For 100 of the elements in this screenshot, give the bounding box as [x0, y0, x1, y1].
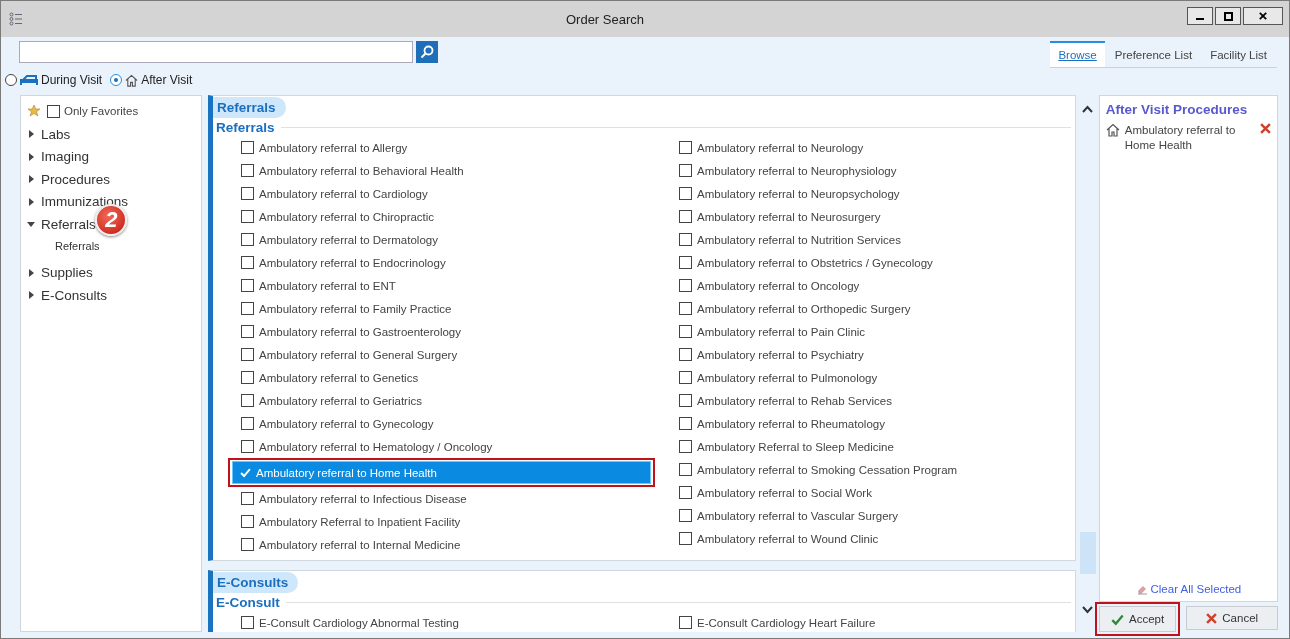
checkbox[interactable]: [679, 440, 692, 453]
order-option[interactable]: Ambulatory referral to Neurophysiology: [671, 159, 1055, 182]
checkbox[interactable]: [241, 256, 254, 269]
minimize-button[interactable]: [1187, 7, 1213, 25]
checkbox[interactable]: [241, 538, 254, 551]
order-option[interactable]: Ambulatory referral to ENT: [233, 274, 651, 297]
checkbox[interactable]: [241, 302, 254, 315]
order-option[interactable]: Ambulatory referral to Pain Clinic: [671, 320, 1055, 343]
checkbox[interactable]: [241, 141, 254, 154]
checkbox[interactable]: [241, 394, 254, 407]
checkbox[interactable]: [679, 348, 692, 361]
tab[interactable]: Facility List: [1202, 41, 1275, 67]
checkbox[interactable]: [679, 256, 692, 269]
order-option[interactable]: Ambulatory referral to Nutrition Services: [671, 228, 1055, 251]
order-option[interactable]: Ambulatory referral to General Surgery: [233, 343, 651, 366]
tree-item[interactable]: Imaging: [41, 149, 90, 165]
order-option[interactable]: Ambulatory referral to Behavioral Health: [233, 159, 651, 182]
caret-icon[interactable]: [27, 175, 35, 184]
order-option[interactable]: Ambulatory referral to Vascular Surgery: [671, 504, 1055, 527]
checkbox[interactable]: [241, 417, 254, 430]
checkbox[interactable]: [241, 210, 254, 223]
order-option[interactable]: Ambulatory referral to Orthopedic Surgery: [671, 297, 1055, 320]
order-option[interactable]: Ambulatory referral to Gastroenterology: [233, 320, 651, 343]
order-option[interactable]: Ambulatory referral to Oncology: [671, 274, 1055, 297]
order-option[interactable]: Ambulatory referral to Dermatology: [233, 228, 651, 251]
order-option[interactable]: Ambulatory referral to Obstetrics / Gynecology: [671, 251, 1055, 274]
tree-item[interactable]: Referrals: [41, 216, 96, 232]
order-option[interactable]: Ambulatory referral to Cardiology: [233, 182, 651, 205]
caret-icon[interactable]: [27, 268, 35, 277]
scroll-down-icon[interactable]: [1082, 606, 1094, 614]
order-option[interactable]: Ambulatory referral to Neurosurgery: [671, 205, 1055, 228]
order-option[interactable]: Ambulatory referral to Chiropractic: [233, 205, 651, 228]
checkbox[interactable]: [679, 486, 692, 499]
order-option[interactable]: Ambulatory referral to Neuropsychology: [671, 182, 1055, 205]
accept-button[interactable]: Accept: [1098, 606, 1177, 632]
search-button[interactable]: [416, 41, 438, 63]
scroll-up-icon[interactable]: [1082, 105, 1094, 113]
order-option[interactable]: Ambulatory referral to Family Practice: [233, 297, 651, 320]
checkbox[interactable]: [679, 463, 692, 476]
caret-icon[interactable]: [27, 291, 35, 300]
order-option[interactable]: Ambulatory referral to Rehab Services: [671, 389, 1055, 412]
checkbox[interactable]: [679, 325, 692, 338]
order-option[interactable]: Ambulatory referral to Home Health: [232, 461, 651, 484]
checkbox[interactable]: [241, 233, 254, 246]
tree-item[interactable]: Labs: [41, 126, 71, 142]
tab[interactable]: Browse: [1050, 41, 1105, 67]
maximize-button[interactable]: [1215, 7, 1241, 25]
checkbox[interactable]: [679, 532, 692, 545]
order-option[interactable]: Ambulatory referral to Social Work: [671, 481, 1055, 504]
favorites-option[interactable]: Only Favorites: [47, 104, 139, 118]
order-option[interactable]: Ambulatory referral to Wound Clinic: [671, 527, 1055, 550]
close-button[interactable]: [1243, 7, 1283, 25]
checkbox[interactable]: [679, 616, 692, 629]
checkbox[interactable]: [241, 325, 254, 338]
remove-button[interactable]: [1260, 123, 1271, 134]
order-option[interactable]: Ambulatory referral to Endocrinology: [233, 251, 651, 274]
checkbox[interactable]: [241, 348, 254, 361]
order-option[interactable]: Ambulatory referral to Psychiatry: [671, 343, 1055, 366]
order-option[interactable]: Ambulatory referral to Smoking Cessation Program: [671, 458, 1055, 481]
tree-item[interactable]: Referrals: [27, 235, 195, 262]
order-option[interactable]: Ambulatory referral to Infectious Disease: [233, 487, 651, 510]
caret-icon[interactable]: [27, 130, 35, 139]
checkbox[interactable]: [679, 394, 692, 407]
visit-option[interactable]: During Visit: [5, 73, 103, 87]
order-option[interactable]: Ambulatory referral to Pulmonology: [671, 366, 1055, 389]
clear-all-link[interactable]: Clear All Selected: [1135, 583, 1242, 595]
order-option[interactable]: Ambulatory referral to Genetics: [233, 366, 651, 389]
caret-icon[interactable]: [27, 152, 35, 161]
order-option[interactable]: Ambulatory referral to Rheumatology: [671, 412, 1055, 435]
cancel-button[interactable]: Cancel: [1186, 606, 1278, 630]
tree-item[interactable]: E-Consults: [41, 287, 108, 303]
visit-option[interactable]: After Visit: [110, 73, 193, 87]
checkbox[interactable]: [241, 164, 254, 177]
checkbox[interactable]: [241, 371, 254, 384]
checkbox[interactable]: [241, 492, 254, 505]
checkbox[interactable]: [679, 509, 692, 522]
order-option[interactable]: Ambulatory Referral to Sleep Medicine: [671, 435, 1055, 458]
checkbox[interactable]: [241, 616, 254, 629]
tree-item[interactable]: Procedures: [41, 171, 111, 187]
radio-button[interactable]: [5, 74, 17, 86]
order-option[interactable]: Ambulatory referral to Gynecology: [233, 412, 651, 435]
order-option[interactable]: Ambulatory referral to Hematology / Oncology: [233, 435, 651, 458]
checkbox[interactable]: [241, 187, 254, 200]
checkbox[interactable]: [47, 104, 60, 118]
order-option[interactable]: Ambulatory referral to Allergy: [233, 136, 651, 159]
checkbox[interactable]: [241, 279, 254, 292]
checkbox[interactable]: [241, 515, 254, 528]
radio-button[interactable]: [110, 74, 123, 86]
checkbox[interactable]: [679, 302, 692, 315]
order-option[interactable]: Ambulatory referral to Internal Medicine: [233, 533, 651, 556]
checkbox[interactable]: [679, 417, 692, 430]
tab[interactable]: Preference List: [1106, 41, 1201, 67]
caret-icon[interactable]: [27, 220, 35, 229]
checkbox[interactable]: [679, 371, 692, 384]
checkbox[interactable]: [679, 141, 692, 154]
tree-item[interactable]: Supplies: [41, 265, 93, 281]
scroll-thumb[interactable]: [1079, 532, 1096, 574]
caret-icon[interactable]: [27, 197, 35, 206]
order-option[interactable]: Ambulatory referral to Neurology: [671, 136, 1055, 159]
checkbox[interactable]: [679, 210, 692, 223]
